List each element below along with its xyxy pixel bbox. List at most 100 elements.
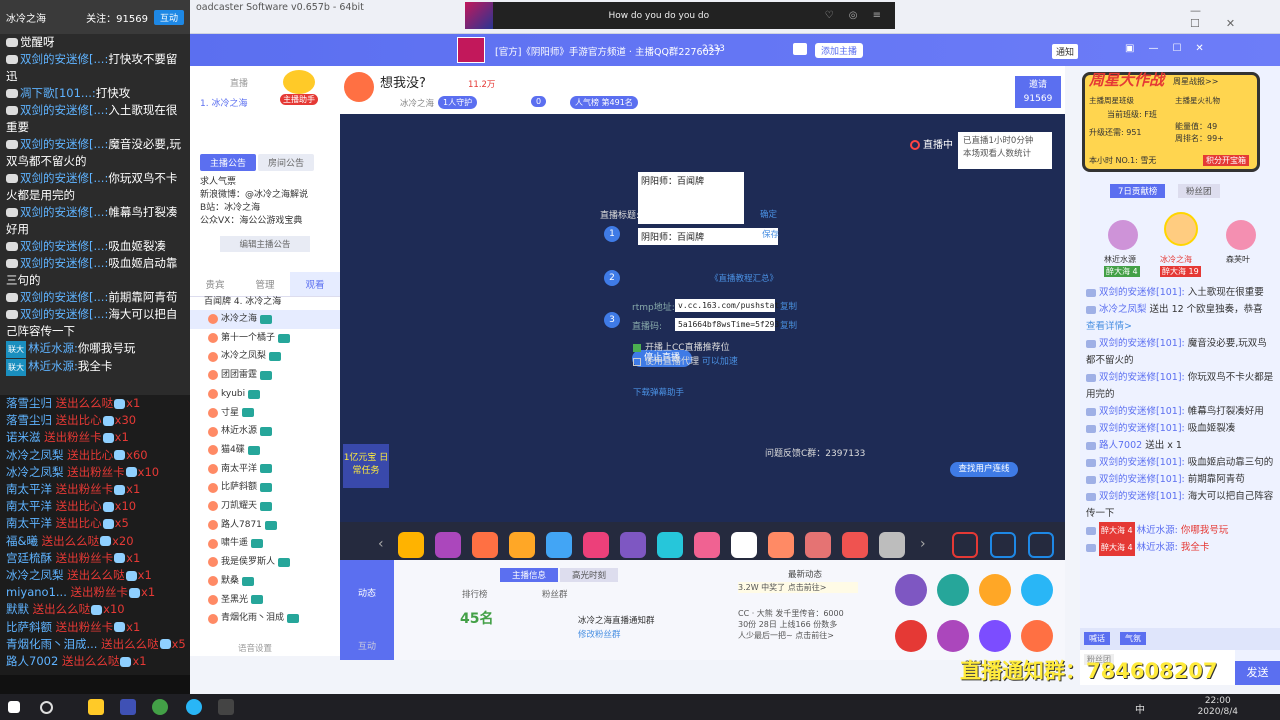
- news-1[interactable]: 3.2W 中奖了 点击前往>: [738, 582, 858, 593]
- tab-viewers[interactable]: 观看: [290, 272, 340, 296]
- cc-app-icon[interactable]: [186, 699, 202, 715]
- app-icon[interactable]: [120, 699, 136, 715]
- gift-item-icon[interactable]: [546, 532, 572, 558]
- streamer-avatar[interactable]: [344, 72, 374, 102]
- member-row[interactable]: 我是侯罗斯人: [190, 553, 340, 572]
- clock[interactable]: 22:00 2020/8/4: [1198, 696, 1238, 718]
- mood-button[interactable]: 气氛: [1120, 632, 1146, 645]
- app-icon[interactable]: [152, 699, 168, 715]
- chat-detail-link[interactable]: 查看详情>: [1086, 321, 1132, 332]
- chat-nick[interactable]: 林近水源:: [1137, 542, 1178, 553]
- member-row[interactable]: 路人7871: [190, 516, 340, 535]
- tab-anchor-info[interactable]: 主播信息: [500, 568, 559, 582]
- member-row[interactable]: 冰冷之凤梨: [190, 347, 340, 366]
- overlay-interact[interactable]: 互动: [153, 9, 184, 25]
- gift-item-icon[interactable]: [620, 532, 646, 558]
- title-dropdown[interactable]: 阴阳师：百闻牌: [638, 172, 744, 224]
- task-banner[interactable]: 1亿元宝 日常任务: [343, 444, 389, 488]
- chat-nick[interactable]: 冰冷之凤梨: [1099, 304, 1147, 315]
- live-viewers[interactable]: 本场观看人数统计: [963, 148, 1047, 161]
- edit-notice-button[interactable]: 编辑主播公告: [220, 236, 310, 252]
- top-avatar[interactable]: [1108, 220, 1138, 250]
- folder-icon[interactable]: [88, 699, 104, 715]
- week-star-banner[interactable]: 周星大作战 周星战报>> 主播周星班级 当前班级: F班 升级还需: 951 主…: [1082, 71, 1260, 172]
- copy-key-button[interactable]: 复制: [780, 319, 797, 331]
- tab-7day[interactable]: 7日贡献榜: [1110, 184, 1166, 198]
- nav-dynamic[interactable]: 动态: [340, 586, 394, 599]
- chat-nick[interactable]: 双剑的安迷修[101]:: [1099, 423, 1185, 434]
- tab-admin[interactable]: 管理: [240, 272, 290, 296]
- chat-nick[interactable]: 双剑的安迷修[101]:: [1099, 287, 1185, 298]
- chat-nick[interactable]: 林近水源:: [1137, 525, 1178, 536]
- feature-icon[interactable]: [937, 574, 969, 606]
- rtmp-field[interactable]: v.cc.163.com/pushstation: [675, 299, 794, 312]
- top-avatar[interactable]: [1164, 212, 1198, 246]
- tab-fans-club[interactable]: 粉丝团: [1178, 184, 1220, 198]
- feature-icon[interactable]: [1021, 620, 1053, 652]
- gift-item-icon[interactable]: [435, 532, 461, 558]
- feature-icon[interactable]: [895, 620, 927, 652]
- window-controls[interactable]: —☐✕: [1190, 4, 1280, 30]
- gift-item-icon[interactable]: [768, 532, 794, 558]
- title-input[interactable]: 阴阳师：百闻牌: [638, 228, 778, 245]
- member-row[interactable]: 南太平洋: [190, 460, 340, 479]
- gift-item-icon[interactable]: [398, 532, 424, 558]
- proxy-link[interactable]: 可以加速: [702, 357, 738, 367]
- feature-icon[interactable]: [1021, 574, 1053, 606]
- edit-fans-link[interactable]: 修改粉丝群: [578, 628, 621, 640]
- member-row[interactable]: 寸星: [190, 404, 340, 423]
- channel-avatar[interactable]: [457, 37, 485, 63]
- member-row[interactable]: 圣黑光: [190, 591, 340, 610]
- member-row[interactable]: 刀凯耀天: [190, 497, 340, 516]
- member-row[interactable]: 默桑: [190, 572, 340, 591]
- tab-anchor-notice[interactable]: 主播公告: [200, 154, 257, 171]
- channel-row[interactable]: 百闻牌 4. 冰冷之海: [204, 294, 281, 307]
- popularity-rank[interactable]: 人气榜 第491名: [570, 96, 638, 109]
- chat-nick[interactable]: 双剑的安迷修[101]:: [1099, 491, 1185, 502]
- tab-vip[interactable]: 贵宾: [190, 272, 240, 296]
- nav-mutual[interactable]: 互动: [340, 639, 394, 652]
- share-icon[interactable]: [793, 43, 807, 55]
- gift-item-icon[interactable]: [657, 532, 683, 558]
- member-row[interactable]: 比萨斜额: [190, 478, 340, 497]
- confirm-button[interactable]: 确定: [760, 208, 777, 220]
- shout-button[interactable]: 喊话: [1084, 632, 1110, 645]
- chat-nick[interactable]: 双剑的安迷修[101]:: [1099, 474, 1185, 485]
- save-button[interactable]: 保存: [762, 228, 779, 240]
- chat-nick[interactable]: 双剑的安迷修[101]:: [1099, 372, 1185, 383]
- follow-count[interactable]: 11.2万: [468, 78, 495, 90]
- banner-rank-link[interactable]: 周星战报>>: [1173, 76, 1218, 87]
- gift-item-icon[interactable]: [879, 532, 905, 558]
- gift-item-icon[interactable]: [731, 532, 757, 558]
- gift-item-icon[interactable]: [842, 532, 868, 558]
- member-row[interactable]: kyubi: [190, 385, 340, 404]
- voice-settings[interactable]: 语音设置: [238, 642, 272, 654]
- gift-item-icon[interactable]: [805, 532, 831, 558]
- key-field[interactable]: 5a1664bf8wsTime=5f293fab: [675, 318, 794, 331]
- send-button[interactable]: 发送: [1235, 661, 1280, 685]
- obs-icon[interactable]: [218, 699, 234, 715]
- feature-icon[interactable]: [979, 620, 1011, 652]
- member-row[interactable]: 猫4碟: [190, 441, 340, 460]
- copy-rtmp-button[interactable]: 复制: [780, 300, 797, 312]
- member-row[interactable]: 林近水源: [190, 422, 340, 441]
- ime-indicator[interactable]: 中: [1135, 701, 1145, 716]
- helper-label[interactable]: 主播助手: [280, 94, 318, 105]
- header-window-controls[interactable]: ▣—☐✕: [1125, 43, 1218, 54]
- zero-badge[interactable]: 0: [531, 96, 547, 107]
- member-row[interactable]: 第十一个橘子: [190, 329, 340, 348]
- open-chest-button[interactable]: 积分开宝箱: [1203, 155, 1249, 166]
- music-player[interactable]: How do you do you do ♡ ◎ ≡: [465, 2, 895, 29]
- start-icon[interactable]: [8, 701, 20, 713]
- top-avatar[interactable]: [1226, 220, 1256, 250]
- gift-item-icon[interactable]: [509, 532, 535, 558]
- chat-nick[interactable]: 路人7002: [1099, 440, 1142, 451]
- tool-icon[interactable]: [952, 532, 978, 558]
- guard-badge[interactable]: 1人守护: [438, 96, 478, 109]
- feature-icon[interactable]: [979, 574, 1011, 606]
- gift-item-icon[interactable]: [472, 532, 498, 558]
- add-anchor-button[interactable]: 添加主播: [815, 43, 864, 58]
- tool-icon[interactable]: [1028, 532, 1054, 558]
- gift-item-icon[interactable]: [694, 532, 720, 558]
- tool-icon[interactable]: [990, 532, 1016, 558]
